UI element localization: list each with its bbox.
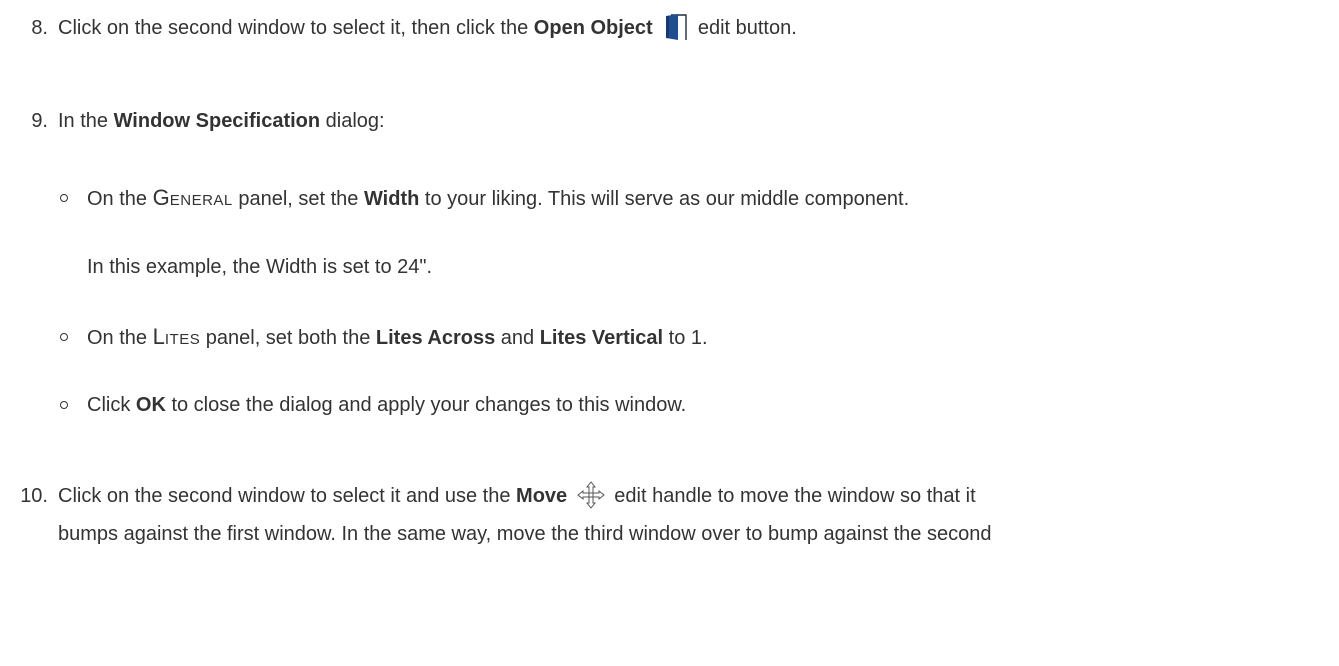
ui-term: Open Object bbox=[533, 17, 653, 39]
step-number: 8. bbox=[31, 17, 48, 39]
step-text: Click on the second window to select it … bbox=[58, 476, 976, 516]
step-text: Click on the second window to select it,… bbox=[58, 8, 797, 48]
bullet-item-ok: Click OK to close the dialog and apply y… bbox=[87, 394, 687, 416]
ui-term: Move bbox=[516, 485, 568, 507]
field-name: Lites Vertical bbox=[539, 327, 664, 349]
move-handle-icon bbox=[576, 480, 605, 509]
step-number: 10. bbox=[20, 485, 48, 507]
field-name: Lites Across bbox=[375, 327, 496, 349]
step-8: 8. Click on the second window to select … bbox=[0, 8, 1339, 48]
step-10: 10. Click on the second window to select… bbox=[0, 476, 1339, 516]
button-name: OK bbox=[135, 394, 166, 416]
bullet-item-general: On the GENERAL panel, set the Width to y… bbox=[87, 185, 910, 210]
bullet-icon bbox=[60, 333, 68, 341]
step-10-continuation: bumps against the first window. In the s… bbox=[58, 523, 992, 545]
bullet-icon bbox=[60, 194, 68, 202]
step-number: 9. bbox=[31, 110, 48, 132]
panel-name: L bbox=[152, 324, 165, 349]
bullet-item-lites: On the LITES panel, set both the Lites A… bbox=[87, 324, 708, 349]
step-9: 9. In the Window Specification dialog: bbox=[0, 101, 1339, 141]
bullet-icon bbox=[60, 401, 68, 409]
panel-name: G bbox=[152, 185, 170, 210]
bullet-note: In this example, the Width is set to 24"… bbox=[87, 256, 433, 278]
field-name: Width bbox=[363, 188, 420, 210]
dialog-name: Window Specification bbox=[113, 110, 321, 132]
step-text: In the Window Specification dialog: bbox=[58, 110, 385, 132]
open-object-icon bbox=[662, 13, 688, 41]
